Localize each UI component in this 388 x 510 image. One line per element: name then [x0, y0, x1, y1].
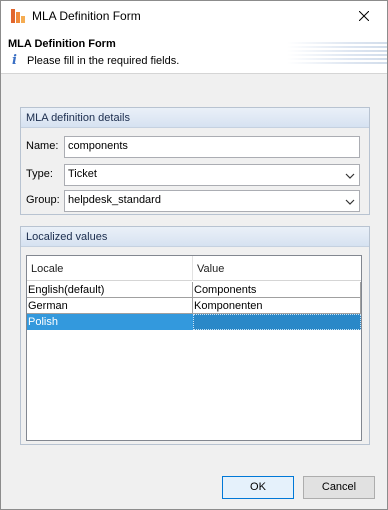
type-label: Type: — [26, 168, 53, 180]
table-row-selected[interactable]: Polish — [27, 314, 361, 330]
type-row: Type: Ticket — [26, 164, 364, 186]
table-row[interactable]: English(default) Components — [27, 282, 361, 298]
localized-values-table[interactable]: Locale Value English(default) Components… — [26, 255, 362, 441]
name-value: components — [68, 140, 128, 152]
window-title: MLA Definition Form — [32, 9, 141, 23]
name-label: Name: — [26, 140, 59, 152]
locale-cell[interactable]: German — [27, 298, 193, 314]
cancel-button[interactable]: Cancel — [303, 476, 375, 499]
chevron-down-icon — [345, 173, 355, 179]
header-title: MLA Definition Form — [8, 38, 116, 50]
localized-group-heading: Localized values — [21, 227, 369, 247]
value-cell-editing[interactable] — [193, 314, 361, 330]
locale-cell[interactable]: English(default) — [27, 282, 193, 298]
name-row: Name: components — [26, 136, 364, 158]
dialog-header: MLA Definition Form i Please fill in the… — [1, 31, 387, 74]
info-icon: i — [12, 53, 17, 68]
table-header-row: Locale Value — [27, 256, 361, 281]
group-label: Group: — [26, 194, 60, 206]
column-header-value[interactable]: Value — [193, 256, 361, 281]
value-cell[interactable]: Komponenten — [193, 298, 361, 314]
ok-button[interactable]: OK — [222, 476, 294, 499]
group-value: helpdesk_standard — [68, 194, 161, 206]
close-button[interactable] — [341, 1, 387, 31]
app-logo-icon — [11, 9, 25, 23]
header-message: Please fill in the required fields. — [27, 55, 180, 67]
title-bar[interactable]: MLA Definition Form — [1, 1, 387, 31]
dialog-window: MLA Definition Form MLA Definition Form … — [0, 0, 388, 510]
close-icon — [359, 11, 369, 21]
column-header-locale[interactable]: Locale — [27, 256, 193, 281]
details-group: MLA definition details Name: components … — [20, 107, 370, 215]
group-row: Group: helpdesk_standard — [26, 190, 364, 212]
localized-group: Localized values Locale Value English(de… — [20, 226, 370, 445]
name-input[interactable]: components — [64, 136, 360, 158]
header-decoration — [287, 42, 387, 72]
details-group-heading: MLA definition details — [21, 108, 369, 128]
locale-cell[interactable]: Polish — [27, 314, 193, 330]
value-cell[interactable]: Components — [193, 282, 361, 298]
group-select[interactable]: helpdesk_standard — [64, 190, 360, 212]
chevron-down-icon — [345, 199, 355, 205]
table-row[interactable]: German Komponenten — [27, 298, 361, 314]
type-select[interactable]: Ticket — [64, 164, 360, 186]
type-value: Ticket — [68, 168, 97, 180]
